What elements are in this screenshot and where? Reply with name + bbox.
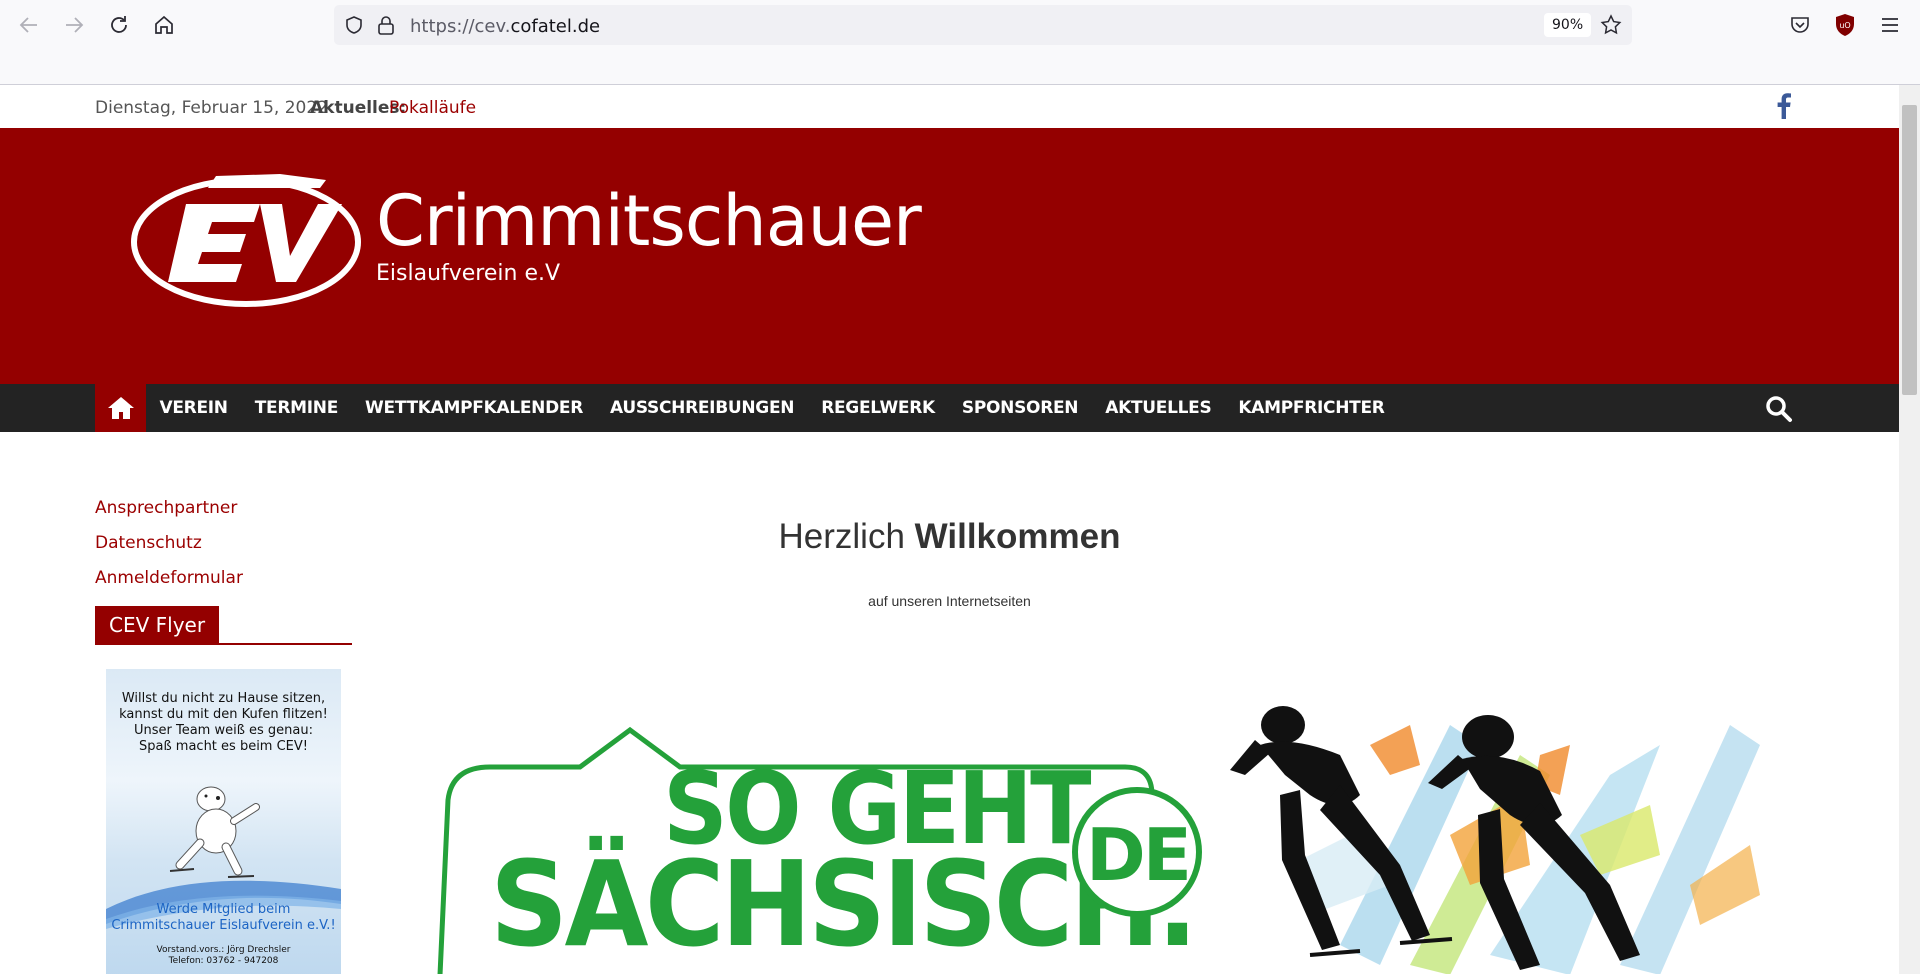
welcome-subtitle: auf unseren Internetseiten bbox=[868, 593, 1031, 609]
pocket-icon[interactable] bbox=[1789, 14, 1811, 36]
site-header: Crimmitschauer Eislaufverein e.V bbox=[0, 128, 1899, 384]
arrow-right-icon bbox=[66, 17, 84, 33]
site-description: Eislaufverein e.V bbox=[376, 261, 561, 286]
search-icon[interactable] bbox=[1764, 394, 1794, 424]
nav-item-wettkampfkalender[interactable]: WETTKAMPFKALENDER bbox=[352, 384, 597, 432]
nav-item-verein[interactable]: VEREIN bbox=[146, 384, 241, 432]
flyer-cta-1: Werde Mitglied beim bbox=[156, 902, 291, 917]
forward-button[interactable] bbox=[57, 8, 91, 42]
arrow-left-icon bbox=[19, 17, 37, 33]
welcome-light: Herzlich bbox=[778, 517, 905, 556]
current-date: Dienstag, Februar 15, 2022 bbox=[95, 98, 328, 118]
ublock-shield-icon[interactable]: uO bbox=[1834, 13, 1856, 37]
welcome-bold: Willkommen bbox=[914, 517, 1121, 556]
home-icon bbox=[107, 397, 134, 419]
nav-menu: VEREIN TERMINE WETTKAMPFKALENDER AUSSCHR… bbox=[146, 384, 1398, 432]
flyer-cta-2: Crimmitschauer Eislaufverein e.V.! bbox=[111, 918, 336, 933]
flyer-line-4: Spaß macht es beim CEV! bbox=[139, 739, 308, 754]
zoom-level-button[interactable]: 90% bbox=[1544, 13, 1592, 37]
webpage: Dienstag, Februar 15, 2022 Aktuelles: Po… bbox=[0, 85, 1899, 974]
cev-flyer-image[interactable]: Willst du nicht zu Hause sitzen, kannst … bbox=[106, 669, 341, 974]
flyer-line-3: Unser Team weiß es genau: bbox=[133, 723, 314, 738]
polar-bear-skater-illustration bbox=[169, 786, 260, 878]
flyer-line-2: kannst du mit den Kufen flitzen! bbox=[119, 707, 328, 722]
so-geht-saechsisch-banner[interactable]: SO GEHT SÄCHSISCH. DE bbox=[430, 685, 1810, 974]
slogan-badge-de: DE bbox=[1086, 813, 1192, 897]
shield-icon[interactable] bbox=[344, 15, 364, 35]
lock-icon[interactable] bbox=[376, 14, 396, 36]
nav-item-aktuelles[interactable]: AKTUELLES bbox=[1092, 384, 1225, 432]
flyer-contact-2: Telefon: 03762 - 947208 bbox=[168, 956, 279, 966]
cev-logo[interactable] bbox=[130, 164, 366, 309]
main-navigation: VEREIN TERMINE WETTKAMPFKALENDER AUSSCHR… bbox=[0, 384, 1899, 432]
home-icon bbox=[155, 15, 173, 34]
page-scrollbar[interactable] bbox=[1899, 85, 1920, 974]
nav-item-kampfrichter[interactable]: KAMPFRICHTER bbox=[1225, 384, 1398, 432]
flyer-line-1: Willst du nicht zu Hause sitzen, bbox=[121, 691, 326, 706]
reload-icon bbox=[111, 16, 127, 33]
svg-text:uO: uO bbox=[1839, 21, 1850, 30]
nav-home-button[interactable] bbox=[95, 384, 146, 432]
address-bar[interactable]: https://cev.cofatel.de 90% bbox=[334, 5, 1632, 45]
url-prefix: https://cev. bbox=[410, 16, 511, 37]
top-info-bar: Dienstag, Februar 15, 2022 Aktuelles: Po… bbox=[0, 85, 1899, 128]
url-domain: cofatel.de bbox=[510, 16, 601, 37]
home-page-button[interactable] bbox=[147, 8, 181, 42]
nav-item-regelwerk[interactable]: REGELWERK bbox=[808, 384, 949, 432]
news-ticker-link[interactable]: Pokalläufe bbox=[389, 98, 476, 118]
bookmark-star-icon[interactable] bbox=[1600, 14, 1622, 36]
browser-toolbar: https://cev.cofatel.de 90% uO bbox=[0, 0, 1920, 85]
speed-skaters-illustration bbox=[1230, 706, 1760, 974]
nav-item-ausschreibungen[interactable]: AUSSCHREIBUNGEN bbox=[597, 384, 808, 432]
scrollbar-thumb[interactable] bbox=[1902, 105, 1917, 395]
nav-item-termine[interactable]: TERMINE bbox=[241, 384, 351, 432]
hamburger-menu-icon[interactable] bbox=[1879, 14, 1901, 36]
sidebar-link-ansprechpartner[interactable]: Ansprechpartner bbox=[95, 498, 237, 518]
reload-button[interactable] bbox=[102, 8, 136, 42]
back-button[interactable] bbox=[12, 8, 46, 42]
facebook-icon[interactable] bbox=[1777, 93, 1791, 119]
sidebar-link-anmeldeformular[interactable]: Anmeldeformular bbox=[95, 568, 243, 588]
widget-title: CEV Flyer bbox=[95, 606, 220, 644]
flyer-widget-header: CEV Flyer bbox=[95, 606, 352, 645]
nav-item-sponsoren[interactable]: SPONSOREN bbox=[948, 384, 1091, 432]
site-title[interactable]: Crimmitschauer bbox=[376, 180, 922, 262]
welcome-heading: Herzlich Willkommen bbox=[0, 517, 1899, 557]
flyer-contact-1: Vorstand.vors.: Jörg Drechsler bbox=[156, 945, 291, 955]
url-text[interactable]: https://cev.cofatel.de bbox=[410, 16, 600, 37]
